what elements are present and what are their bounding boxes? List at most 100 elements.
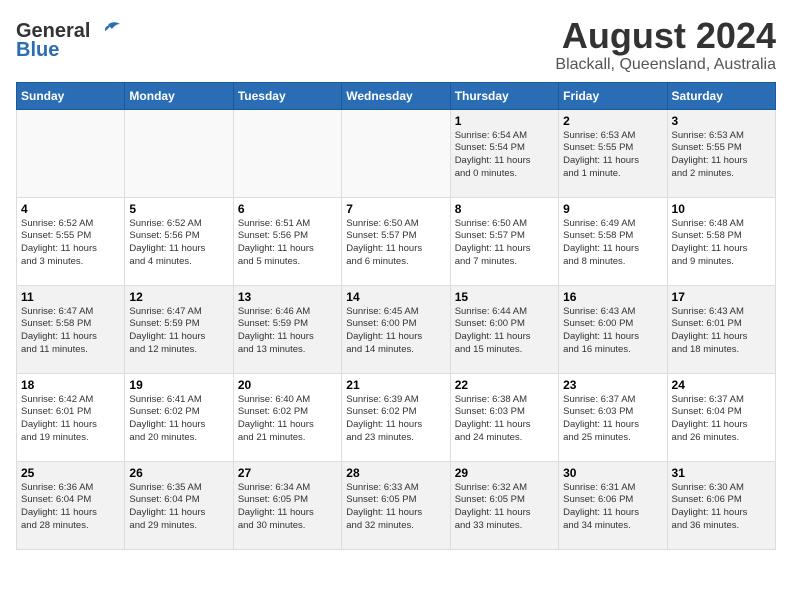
day-number: 29 [455, 466, 554, 480]
day-info: Sunrise: 6:39 AM Sunset: 6:02 PM Dayligh… [346, 394, 445, 445]
day-number: 6 [238, 202, 337, 216]
col-sunday: Sunday [17, 82, 125, 109]
calendar-cell: 14 Sunrise: 6:45 AM Sunset: 6:00 PM Dayli… [342, 285, 450, 373]
day-number: 27 [238, 466, 337, 480]
day-info: Sunrise: 6:33 AM Sunset: 6:05 PM Dayligh… [346, 482, 445, 533]
day-number: 1 [455, 114, 554, 128]
header: General Blue August 2024 Blackall, Queen… [16, 16, 776, 74]
col-saturday: Saturday [667, 82, 775, 109]
calendar-cell: 18 Sunrise: 6:42 AM Sunset: 6:01 PM Dayli… [17, 373, 125, 461]
day-info: Sunrise: 6:40 AM Sunset: 6:02 PM Dayligh… [238, 394, 337, 445]
subtitle: Blackall, Queensland, Australia [555, 56, 776, 74]
calendar-week-3: 11 Sunrise: 6:47 AM Sunset: 5:58 PM Dayli… [17, 285, 776, 373]
logo-bird-icon [92, 21, 122, 43]
calendar-cell: 31 Sunrise: 6:30 AM Sunset: 6:06 PM Dayli… [667, 461, 775, 549]
day-info: Sunrise: 6:37 AM Sunset: 6:03 PM Dayligh… [563, 394, 662, 445]
calendar-cell: 7 Sunrise: 6:50 AM Sunset: 5:57 PM Daylig… [342, 197, 450, 285]
day-number: 17 [672, 290, 771, 304]
day-info: Sunrise: 6:49 AM Sunset: 5:58 PM Dayligh… [563, 218, 662, 269]
calendar-cell: 8 Sunrise: 6:50 AM Sunset: 5:57 PM Daylig… [450, 197, 558, 285]
logo: General Blue [16, 20, 122, 62]
day-number: 28 [346, 466, 445, 480]
day-info: Sunrise: 6:46 AM Sunset: 5:59 PM Dayligh… [238, 306, 337, 357]
calendar-cell: 11 Sunrise: 6:47 AM Sunset: 5:58 PM Dayli… [17, 285, 125, 373]
day-info: Sunrise: 6:47 AM Sunset: 5:59 PM Dayligh… [129, 306, 228, 357]
day-number: 31 [672, 466, 771, 480]
calendar-cell: 13 Sunrise: 6:46 AM Sunset: 5:59 PM Dayli… [233, 285, 341, 373]
day-number: 23 [563, 378, 662, 392]
calendar-cell [125, 109, 233, 197]
calendar-cell [233, 109, 341, 197]
calendar-cell: 2 Sunrise: 6:53 AM Sunset: 5:55 PM Daylig… [559, 109, 667, 197]
day-number: 10 [672, 202, 771, 216]
calendar-cell: 25 Sunrise: 6:36 AM Sunset: 6:04 PM Dayli… [17, 461, 125, 549]
day-number: 5 [129, 202, 228, 216]
day-number: 11 [21, 290, 120, 304]
day-info: Sunrise: 6:37 AM Sunset: 6:04 PM Dayligh… [672, 394, 771, 445]
calendar-cell: 26Sunrise: 6:35 AM Sunset: 6:04 PM Dayli… [125, 461, 233, 549]
col-tuesday: Tuesday [233, 82, 341, 109]
day-number: 7 [346, 202, 445, 216]
calendar-cell: 23 Sunrise: 6:37 AM Sunset: 6:03 PM Dayli… [559, 373, 667, 461]
day-info: Sunrise: 6:32 AM Sunset: 6:05 PM Dayligh… [455, 482, 554, 533]
day-number: 19 [129, 378, 228, 392]
day-info: Sunrise: 6:51 AM Sunset: 5:56 PM Dayligh… [238, 218, 337, 269]
day-number: 14 [346, 290, 445, 304]
day-number: 22 [455, 378, 554, 392]
day-info: Sunrise: 6:44 AM Sunset: 6:00 PM Dayligh… [455, 306, 554, 357]
calendar-cell: 28 Sunrise: 6:33 AM Sunset: 6:05 PM Dayli… [342, 461, 450, 549]
calendar-cell: 6 Sunrise: 6:51 AM Sunset: 5:56 PM Daylig… [233, 197, 341, 285]
day-info: Sunrise: 6:38 AM Sunset: 6:03 PM Dayligh… [455, 394, 554, 445]
day-info: Sunrise: 6:36 AM Sunset: 6:04 PM Dayligh… [21, 482, 120, 533]
day-info: Sunrise: 6:43 AM Sunset: 6:01 PM Dayligh… [672, 306, 771, 357]
col-wednesday: Wednesday [342, 82, 450, 109]
calendar-cell [17, 109, 125, 197]
day-info: Sunrise: 6:52 AM Sunset: 5:56 PM Dayligh… [129, 218, 228, 269]
col-friday: Friday [559, 82, 667, 109]
day-info: Sunrise: 6:41 AM Sunset: 6:02 PM Dayligh… [129, 394, 228, 445]
page-container: General Blue August 2024 Blackall, Queen… [16, 16, 776, 550]
day-number: 2 [563, 114, 662, 128]
day-info: Sunrise: 6:48 AM Sunset: 5:58 PM Dayligh… [672, 218, 771, 269]
day-info: Sunrise: 6:42 AM Sunset: 6:01 PM Dayligh… [21, 394, 120, 445]
day-number: 25 [21, 466, 120, 480]
calendar-cell: 3Sunrise: 6:53 AM Sunset: 5:55 PM Daylig… [667, 109, 775, 197]
day-number: 16 [563, 290, 662, 304]
day-info: Sunrise: 6:50 AM Sunset: 5:57 PM Dayligh… [346, 218, 445, 269]
day-info: Sunrise: 6:45 AM Sunset: 6:00 PM Dayligh… [346, 306, 445, 357]
day-info: Sunrise: 6:35 AM Sunset: 6:04 PM Dayligh… [129, 482, 228, 533]
calendar-week-1: 1Sunrise: 6:54 AM Sunset: 5:54 PM Daylig… [17, 109, 776, 197]
day-info: Sunrise: 6:47 AM Sunset: 5:58 PM Dayligh… [21, 306, 120, 357]
calendar-cell [342, 109, 450, 197]
day-info: Sunrise: 6:43 AM Sunset: 6:00 PM Dayligh… [563, 306, 662, 357]
calendar-cell: 21 Sunrise: 6:39 AM Sunset: 6:02 PM Dayli… [342, 373, 450, 461]
day-number: 12 [129, 290, 228, 304]
calendar-cell: 5 Sunrise: 6:52 AM Sunset: 5:56 PM Daylig… [125, 197, 233, 285]
day-number: 21 [346, 378, 445, 392]
day-info: Sunrise: 6:30 AM Sunset: 6:06 PM Dayligh… [672, 482, 771, 533]
day-number: 20 [238, 378, 337, 392]
calendar-cell: 10 Sunrise: 6:48 AM Sunset: 5:58 PM Dayli… [667, 197, 775, 285]
calendar-cell: 1Sunrise: 6:54 AM Sunset: 5:54 PM Daylig… [450, 109, 558, 197]
day-info: Sunrise: 6:31 AM Sunset: 6:06 PM Dayligh… [563, 482, 662, 533]
calendar-cell: 17 Sunrise: 6:43 AM Sunset: 6:01 PM Dayli… [667, 285, 775, 373]
calendar-week-2: 4Sunrise: 6:52 AM Sunset: 5:55 PM Daylig… [17, 197, 776, 285]
day-info: Sunrise: 6:50 AM Sunset: 5:57 PM Dayligh… [455, 218, 554, 269]
day-number: 15 [455, 290, 554, 304]
day-number: 18 [21, 378, 120, 392]
day-number: 8 [455, 202, 554, 216]
calendar-cell: 4Sunrise: 6:52 AM Sunset: 5:55 PM Daylig… [17, 197, 125, 285]
logo-blue: Blue [16, 39, 59, 62]
day-number: 30 [563, 466, 662, 480]
calendar-cell: 24Sunrise: 6:37 AM Sunset: 6:04 PM Dayli… [667, 373, 775, 461]
calendar-cell: 30 Sunrise: 6:31 AM Sunset: 6:06 PM Dayli… [559, 461, 667, 549]
calendar-cell: 12 Sunrise: 6:47 AM Sunset: 5:59 PM Dayli… [125, 285, 233, 373]
main-title: August 2024 [555, 16, 776, 56]
day-info: Sunrise: 6:53 AM Sunset: 5:55 PM Dayligh… [563, 130, 662, 181]
day-number: 13 [238, 290, 337, 304]
calendar-cell: 29 Sunrise: 6:32 AM Sunset: 6:05 PM Dayli… [450, 461, 558, 549]
day-number: 4 [21, 202, 120, 216]
day-number: 9 [563, 202, 662, 216]
calendar-week-4: 18 Sunrise: 6:42 AM Sunset: 6:01 PM Dayli… [17, 373, 776, 461]
calendar-cell: 19 Sunrise: 6:41 AM Sunset: 6:02 PM Dayli… [125, 373, 233, 461]
